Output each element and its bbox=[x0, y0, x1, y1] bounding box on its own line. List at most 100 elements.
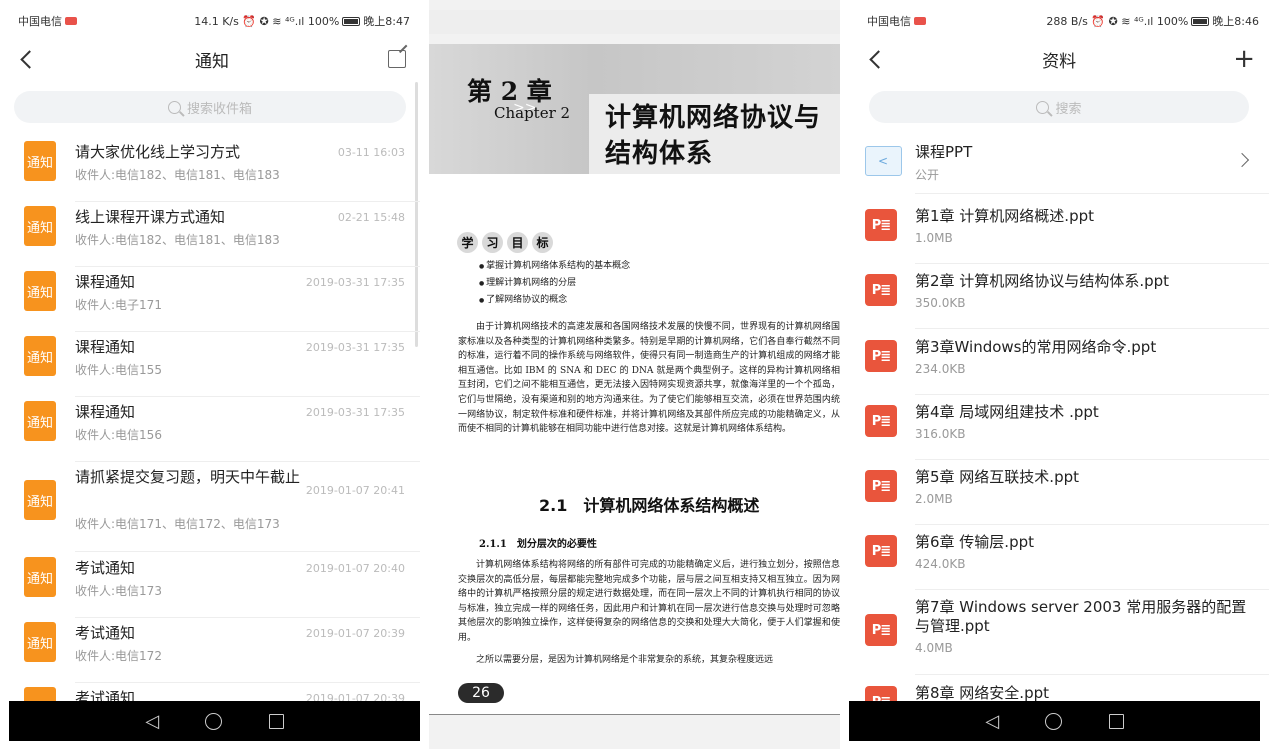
mail-time: 2019-01-07 20:40 bbox=[305, 562, 405, 575]
mail-list-item[interactable]: 通知 课程通知 收件人:电信155 2019-03-31 17:35 bbox=[0, 332, 420, 397]
divider bbox=[915, 193, 1269, 194]
chapter-title-line1: 计算机网络协议与 bbox=[605, 103, 822, 133]
nav-recent-icon[interactable] bbox=[1108, 713, 1124, 729]
mail-recipients: 收件人:电信173 bbox=[75, 584, 162, 598]
title-bar: 资料 + bbox=[849, 42, 1269, 76]
page-rule bbox=[429, 714, 840, 715]
add-icon[interactable]: + bbox=[1233, 46, 1255, 72]
notice-badge: 通知 bbox=[24, 401, 56, 441]
search-input[interactable]: 搜索 bbox=[869, 91, 1249, 123]
nav-back-icon[interactable]: ◁ bbox=[145, 711, 159, 732]
search-input[interactable]: 搜索收件箱 bbox=[14, 91, 406, 123]
status-indicators-text: 288 B/s ⏰ ✪ ≋ ⁴ᴳ.ıl 100% bbox=[1046, 14, 1189, 28]
folder-item[interactable]: 课程PPT 公开 bbox=[849, 136, 1269, 196]
ppt-file-icon: P≣ bbox=[865, 614, 897, 646]
mail-title: 课程通知 bbox=[75, 273, 136, 291]
mail-title: 线上课程开课方式通知 bbox=[75, 208, 226, 226]
mail-time: 2019-01-07 20:39 bbox=[305, 627, 405, 640]
back-icon[interactable] bbox=[18, 50, 36, 68]
paragraph-1: 由于计算机网络技术的高速发展和各国网络技术发展的快慢不同，世界现有的计算机网络国… bbox=[458, 322, 840, 435]
carrier-label: 中国电信 bbox=[867, 15, 911, 28]
search-placeholder: 搜索 bbox=[1055, 101, 1082, 117]
file-list-item[interactable]: P≣ 第1章 计算机网络概述.ppt 1.0MB bbox=[849, 199, 1269, 264]
status-bar: 中国电信 14.1 K/s ⏰ ✪ ≋ ⁴ᴳ.ıl 100% 晚上8:47 bbox=[0, 0, 420, 42]
status-indicators: 288 B/s ⏰ ✪ ≋ ⁴ᴳ.ıl 100% 晚上8:46 bbox=[1046, 13, 1259, 29]
chapter-title-line2: 结构体系 bbox=[605, 139, 714, 169]
file-list-item[interactable]: P≣ 第5章 网络互联技术.ppt 2.0MB bbox=[849, 460, 1269, 525]
mail-list-item[interactable]: 通知 请抓紧提交复习题，明天中午截止 收件人:电信171、电信172、电信173 20… bbox=[0, 462, 420, 552]
mail-time: 02-21 15:48 bbox=[337, 211, 405, 224]
mail-list-item[interactable]: 通知 考试通知收件人:电信173 2019-01-07 20:40 bbox=[0, 553, 420, 618]
mail-title: 考试通知 bbox=[75, 624, 136, 642]
file-list-item[interactable]: P≣ 第7章 Windows server 2003 常用服务器的配置与管理.pp… bbox=[849, 590, 1269, 675]
mail-title: 考试通知 bbox=[75, 559, 136, 577]
notifications-screen: 中国电信 14.1 K/s ⏰ ✪ ≋ ⁴ᴳ.ıl 100% 晚上8:47 通知… bbox=[0, 0, 420, 749]
nav-recent-icon[interactable] bbox=[268, 713, 284, 729]
compose-icon[interactable] bbox=[388, 50, 406, 68]
file-name: 第6章 传输层.ppt bbox=[915, 533, 1035, 551]
mail-recipients: 收件人:电信182、电信181、电信183 bbox=[75, 168, 280, 182]
goal-item: 理解计算机网络的分层 bbox=[479, 275, 630, 292]
status-bar: 中国电信 288 B/s ⏰ ✪ ≋ ⁴ᴳ.ıl 100% 晚上8:46 bbox=[849, 0, 1269, 42]
carrier-group: 中国电信 bbox=[867, 13, 926, 29]
notice-badge: 通知 bbox=[24, 206, 56, 246]
file-list-item[interactable]: P≣ 第2章 计算机网络协议与结构体系.ppt 350.0KB bbox=[849, 264, 1269, 329]
notice-badge: 通知 bbox=[24, 622, 56, 662]
battery-icon bbox=[1191, 16, 1210, 26]
ppt-file-icon: P≣ bbox=[865, 274, 897, 306]
notice-badge: 通知 bbox=[24, 141, 56, 181]
mail-time: 2019-03-31 17:35 bbox=[305, 341, 405, 354]
goal-item: 掌握计算机网络体系结构的基本概念 bbox=[479, 258, 630, 275]
mail-recipients: 收件人:电信155 bbox=[75, 363, 162, 377]
mail-time: 2019-01-07 20:41 bbox=[305, 484, 405, 497]
search-icon bbox=[167, 100, 181, 114]
nav-back-icon[interactable]: ◁ bbox=[985, 711, 999, 732]
materials-screen: 中国电信 288 B/s ⏰ ✪ ≋ ⁴ᴳ.ıl 100% 晚上8:46 资料 … bbox=[849, 0, 1269, 749]
mail-list-item[interactable]: 通知 请大家优化线上学习方式 收件人:电信182、电信181、电信183 03-11 … bbox=[0, 137, 420, 202]
paragraph-3: 之所以需要分层，是因为计算机网络是个非常复杂的系统，其复杂程度远远 bbox=[476, 655, 774, 665]
divider bbox=[915, 328, 1269, 329]
ppt-file-icon: P≣ bbox=[865, 405, 897, 437]
ppt-file-icon: P≣ bbox=[865, 470, 897, 502]
carrier-group: 中国电信 bbox=[18, 13, 77, 29]
goal-char: 习 bbox=[482, 232, 503, 253]
mail-list-item[interactable]: 通知 线上课程开课方式通知收件人:电信182、电信181、电信183 02-21 1… bbox=[0, 202, 420, 267]
notice-badge: 通知 bbox=[24, 480, 56, 520]
file-list-item[interactable]: P≣ 第6章 传输层.ppt 424.0KB bbox=[849, 525, 1269, 590]
nav-bar: ◁ bbox=[849, 701, 1260, 741]
file-size: 316.0KB bbox=[915, 427, 966, 441]
search-icon bbox=[1036, 100, 1050, 114]
mail-list-item[interactable]: 通知 考试通知 收件人:电信172 2019-01-07 20:39 bbox=[0, 618, 420, 683]
file-name: 第7章 Windows server 2003 常用服务器的配置与管理.ppt bbox=[915, 598, 1247, 635]
mail-list-item[interactable]: 通知 课程通知 收件人:电子171 2019-03-31 17:35 bbox=[0, 267, 420, 332]
file-size: 1.0MB bbox=[915, 231, 953, 245]
back-icon[interactable] bbox=[867, 50, 885, 68]
file-name: 第3章Windows的常用网络命令.ppt bbox=[915, 338, 1157, 356]
goal-list: 掌握计算机网络体系结构的基本概念 理解计算机网络的分层 了解网络协议的概念 bbox=[479, 258, 630, 309]
file-size: 350.0KB bbox=[915, 296, 966, 310]
mail-title: 课程通知 bbox=[75, 403, 136, 421]
page-title: 通知 bbox=[195, 51, 229, 72]
mail-list-item[interactable]: 通知 课程通知 收件人:电信156 2019-03-31 17:35 bbox=[0, 397, 420, 462]
search-placeholder: 搜索收件箱 bbox=[186, 101, 252, 117]
file-list-item[interactable]: P≣ 第3章Windows的常用网络命令.ppt 234.0KB bbox=[849, 330, 1269, 395]
file-size: 4.0MB bbox=[915, 641, 953, 655]
mail-recipients: 收件人:电子171 bbox=[75, 298, 162, 312]
ppt-file-icon: P≣ bbox=[865, 209, 897, 241]
mail-recipients: 收件人:电信182、电信181、电信183 bbox=[75, 233, 280, 247]
ppt-file-icon: P≣ bbox=[865, 535, 897, 567]
mail-time: 2019-03-31 17:35 bbox=[305, 406, 405, 419]
notice-badge: 通知 bbox=[24, 557, 56, 597]
folder-icon bbox=[865, 146, 902, 176]
notice-badge: 通知 bbox=[24, 271, 56, 311]
nav-bar: ◁ bbox=[9, 701, 420, 741]
nav-home-icon[interactable] bbox=[1045, 712, 1063, 730]
title-bar: 通知 bbox=[0, 42, 420, 76]
section-title: 2.1 计算机网络体系结构概述 bbox=[539, 496, 760, 515]
battery-icon bbox=[342, 16, 361, 26]
file-list-item[interactable]: P≣ 第4章 局域网组建技术 .ppt 316.0KB bbox=[849, 395, 1269, 460]
notice-badge: 通知 bbox=[24, 336, 56, 376]
nav-home-icon[interactable] bbox=[205, 712, 223, 730]
carrier-label: 中国电信 bbox=[18, 15, 62, 28]
goals-heading: 学 习 目 标 bbox=[457, 232, 553, 253]
